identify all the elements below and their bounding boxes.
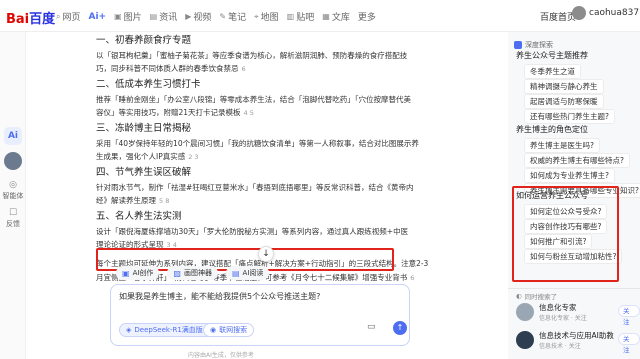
section-heading: 三、冻龄博主日常揭秘 [96,123,192,134]
tab-video[interactable]: ▶ 视频 [185,10,211,23]
tab-image[interactable]: ▣ 图片 [114,10,142,23]
section-heading: 四、节气养生误区破解 [96,167,192,178]
follow-button[interactable]: 关注 [618,333,640,354]
section-heading: 一、初春养颜食疗专题 [96,35,192,46]
folder-icon[interactable]: ▭ [367,322,376,332]
map-icon: ⌖ [254,11,259,21]
citation-refs[interactable]: 4 5 [244,109,254,117]
note-icon: ✎ [219,12,227,21]
tab-doc[interactable]: ▦ 文库 [322,10,350,23]
explore-section-title: 养生公众号主题推荐 [516,51,588,60]
tab-map[interactable]: ⌖ 地图 [254,10,279,24]
paragraph-line: 采用「40岁保持年轻的10个晨间习惯」「我的抗糖饮食清单」等第一人称叙事，结合对… [96,139,419,148]
image-icon: ▣ [114,12,122,21]
user-menu[interactable]: caohua8371 [572,6,640,20]
top-bar: Bai百度 ⌕ 网页 Ai+ ▣ 图片 ▤ 资讯 ▶ 视频 ✎ 笔记 ⌖ 地图 ▥ 贴吧 ▦ 文库 更多 百度首页… [0,0,640,32]
scroll-down-button[interactable]: ↓ [258,246,274,262]
explore-question[interactable]: 还有哪些热门养生主题? [524,109,615,124]
explore-question[interactable]: 精神调摄与静心养生 [524,79,604,94]
rail-item-feedback[interactable]: ☐ 反馈 [0,208,26,229]
tool-shortcuts: ▣ AI创作 ▨ 画图神器 ▤ AI阅读 [116,266,270,280]
username: caohua8371 [589,8,640,18]
related-icon: ◐ [516,292,522,300]
left-rail: Ai ◎ 智能体 ☐ 反馈 [0,32,26,359]
ppt-icon: ▤ [231,268,240,278]
account-avatar [516,331,534,349]
library-icon: ▥ [286,12,295,21]
tool-image-gen[interactable]: ▨ 画图神器 [167,266,218,280]
account-text: 信息化专家信息化专家 · 关注 [539,302,587,322]
related-account[interactable]: 信息技术与应用AI助教 信息技术 · 关注 [516,330,614,350]
paragraph-line: 生成果，强化个人IP真实感 2 3 [96,152,199,161]
ai-disclaimer: 内容由AI生成，仅供参考 [188,352,254,359]
rail-item-agents[interactable]: ◎ 智能体 [0,180,26,201]
account-avatar [516,303,534,321]
account-subtitle: 信息技术 · 关注 [539,343,581,350]
doc-gen-icon: ▣ [122,268,130,278]
search-icon: ⌕ [56,11,61,21]
avatar [572,6,586,20]
explore-question[interactable]: 冬季养生之道 [524,64,581,79]
image-gen-icon: ▨ [173,268,181,278]
tool-ppt[interactable]: ▤ AI阅读 [225,266,270,280]
paragraph-line: 针对雨水节气，制作「祛湿#狂喝红豆薏米水」「春捂到底捂哪里」等反常识科普，结合《… [96,183,414,192]
explore-question[interactable]: 权威的养生博主有哪些特点? [524,153,630,168]
related-label: ◐ 同时搜索了 [516,292,558,301]
divider [508,288,640,289]
follow-button[interactable]: 关注 [618,305,640,326]
tab-note[interactable]: ✎ 笔记 [219,10,246,23]
highlight-annotation-panel [512,186,619,282]
baidu-logo[interactable]: Bai百度 [6,8,55,27]
tab-search[interactable]: ⌕ 网页 [56,10,81,24]
input-tools: ▭ [367,322,376,332]
section-heading: 五、名人养生法实测 [96,211,182,222]
feedback-icon: ☐ [8,208,18,218]
account-subtitle: 信息化专家 · 关注 [539,315,587,322]
citation-refs[interactable]: 5 8 [159,197,169,205]
tool-doc-gen[interactable]: ▣ AI创作 [116,266,160,280]
tab-library[interactable]: ▥ 贴吧 [287,10,315,23]
account-name: 信息化专家 [539,303,577,312]
account-text: 信息技术与应用AI助教 信息技术 · 关注 [539,330,614,350]
globe-icon: ◉ [210,326,217,334]
paragraph-line: 设计「跟倪海厦练撑墙功30天」「罗大伦防脱秘方实测」等系列内容，通过真人跟练视频… [96,227,409,236]
search-tabs: ⌕ 网页 Ai+ ▣ 图片 ▤ 资讯 ▶ 视频 ✎ 笔记 ⌖ 地图 ▥ 贴吧 ▦ 文库 更多 [56,10,376,24]
ai-home-button[interactable]: Ai [4,127,22,145]
video-icon: ▶ [185,12,192,21]
deepseek-icon: ◈ [126,326,132,334]
explore-question[interactable]: 如何成为专业养生博主? [524,168,615,183]
news-icon: ▤ [149,12,158,21]
paragraph-line: 经》解读养生原理 5 8 [96,196,170,205]
related-account[interactable]: 信息化专家信息化专家 · 关注 [516,302,587,322]
chat-input-box[interactable]: 如果我是养生博主，能不能给我提供5个公众号推送主题? ◈ DeepSeek-R1… [110,284,410,346]
baidu-home-link[interactable]: 百度首页 [540,10,576,23]
doc-icon: ▦ [322,12,330,21]
tab-more[interactable]: 更多 [358,10,376,23]
brain-icon: ◎ [9,180,17,190]
paragraph-line: 推荐「睡前金刚坐」「办公室八段锦」等零成本养生法，结合「泡脚代替吃药」「穴位按摩… [96,95,411,104]
explore-question[interactable]: 起居调适与防寒保暖 [524,94,604,109]
chat-input[interactable]: 如果我是养生博主，能不能给我提供5个公众号推送主题? [119,291,320,302]
model-selector[interactable]: ◈ DeepSeek-R1满血版 ▾ [119,323,217,337]
citation-refs[interactable]: 2 3 [188,153,198,161]
explore-icon [514,41,522,49]
send-button[interactable]: ↑ [393,321,407,335]
account-name: 信息技术与应用AI助教 [539,331,614,340]
web-search-toggle[interactable]: ◉ 联网搜索 [203,323,255,337]
citation-refs[interactable]: 6 [242,65,246,73]
tab-ai[interactable]: Ai+ [89,10,107,23]
citation-refs[interactable]: 6 [410,274,414,282]
explore-section-title: 养生博主的角色定位 [516,125,588,134]
explore-question[interactable]: 养生博主是医生吗? [524,138,600,153]
tab-news[interactable]: ▤ 资讯 [150,10,178,23]
deep-explore-header: 深度探索 [514,40,553,50]
paragraph-line: 巧，同步科普不同体质人群的春季饮食禁忌 6 [96,64,246,73]
paragraph-line: 容仪」等实用技巧，附赠21天打卡记录模板 4 5 [96,108,254,117]
rail-avatar[interactable] [4,152,22,170]
paragraph-line: 以「银耳枸杞羹」「蜜柚子菊花茶」等应季食谱为核心，解析滋阴润肺、预防春燥的食疗搭… [96,51,408,60]
section-heading: 二、低成本养生习惯打卡 [96,79,201,90]
